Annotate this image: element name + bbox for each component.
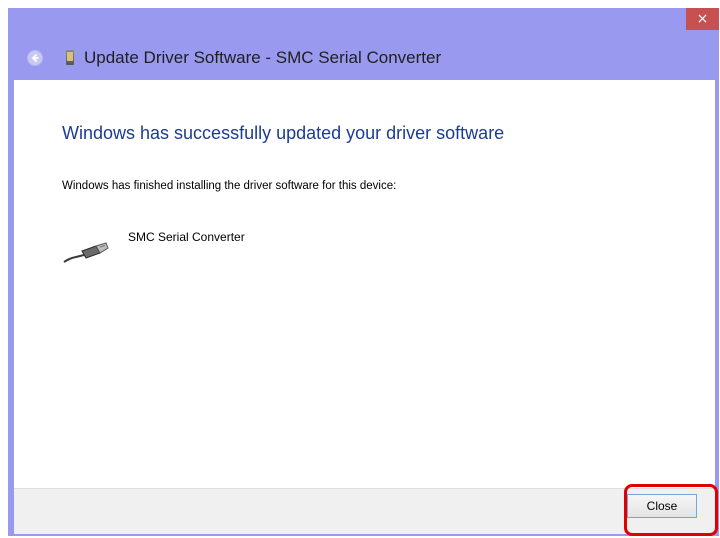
dialog-footer	[14, 488, 715, 534]
info-text: Windows has finished installing the driv…	[62, 180, 397, 192]
window-title: Update Driver Software - SMC Serial Conv…	[84, 48, 442, 67]
back-arrow-icon[interactable]	[27, 50, 43, 66]
driver-icon	[66, 50, 74, 65]
device-name: SMC Serial Converter	[128, 230, 245, 244]
page-heading: Windows has successfully updated your dr…	[62, 123, 505, 143]
window-close-button[interactable]: ×	[686, 8, 719, 30]
title-bar: Update Driver Software - SMC Serial Conv…	[8, 30, 719, 80]
usb-plug-icon	[62, 238, 110, 271]
dialog-window: × Update Driver Software - SMC Serial Co…	[8, 8, 719, 536]
close-button[interactable]: Close	[627, 494, 697, 518]
content-area: Windows has successfully updated your dr…	[14, 80, 715, 488]
